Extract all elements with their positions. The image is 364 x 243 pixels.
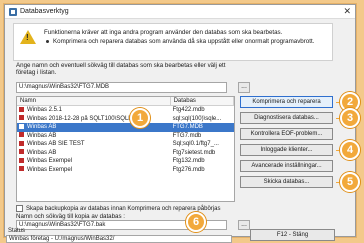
callout-badge-3: 3	[340, 108, 360, 128]
check-eof-button[interactable]: Kontrollera EOF-problem...	[240, 128, 333, 140]
database-icon	[19, 123, 24, 129]
table-row[interactable]: Winbas 2.5.1 Ftg422.mdb	[17, 106, 234, 115]
database-icon	[19, 149, 24, 155]
database-icon	[19, 106, 24, 112]
row-name: Winbas AB	[27, 124, 57, 130]
info-bullet: Komprimera och reparera databas som anvä…	[46, 38, 326, 46]
row-database: Sql;sql0.1/ftg7_...	[172, 141, 219, 147]
backup-checkbox-row[interactable]: Skapa backupkopia av databas innan Kompr…	[16, 205, 220, 212]
database-path-input[interactable]: U:\magnus\WinBas32\FTG7.MDB	[16, 82, 227, 93]
callout-badge-5: 5	[340, 172, 360, 192]
advanced-settings-button[interactable]: Avancerade inställningar...	[240, 160, 333, 172]
database-icon	[19, 115, 24, 121]
row-database: sql;sql(100)\sqle...	[172, 115, 222, 122]
row-name: Winbas Exempel	[27, 158, 73, 164]
status-bar: Winbas företag - U:/magnus/WinBas32/	[6, 235, 232, 243]
window-title: Databasverktyg	[20, 8, 69, 15]
database-icon	[19, 157, 24, 163]
browse-path-button[interactable]: ...	[238, 82, 250, 93]
row-database: Ftg132.mdb	[172, 158, 205, 164]
browse-backup-button[interactable]: ...	[238, 220, 250, 230]
callout-badge-6: 6	[186, 212, 206, 232]
row-database: Ftg422.mdb	[172, 107, 205, 113]
row-name: Winbas AB SIE TEST	[27, 141, 85, 147]
backup-path-label: Namn och sökväg till kopia av databas :	[16, 213, 126, 220]
diagnose-database-button[interactable]: Diagnostisera databas...	[240, 112, 333, 124]
backup-checkbox[interactable]	[16, 205, 23, 212]
row-database: FTG7.MDB	[172, 124, 203, 130]
compress-repair-button[interactable]: Komprimera och reparera	[240, 96, 333, 108]
send-database-button[interactable]: Skicka databas...	[240, 176, 333, 188]
row-name: Winbas Exempel	[27, 166, 73, 173]
info-panel: ! Funktionerna kräver att inga andra pro…	[13, 23, 333, 61]
company-table: Namn Databas Winbas 2.5.1 Ftg422.mdb Winb…	[16, 96, 235, 202]
title-bar: Databasverktyg ✕	[5, 5, 355, 19]
row-database: FTG7.mdb	[172, 132, 202, 139]
column-header-database[interactable]: Databas	[171, 97, 234, 105]
table-row-selected[interactable]: Winbas AB FTG7.MDB	[17, 123, 234, 132]
close-button[interactable]: F12 - Stäng	[250, 229, 335, 241]
table-row[interactable]: Winbas Exempel Ftg276.mdb	[17, 166, 234, 175]
row-name: Winbas 2.5.1	[27, 107, 63, 113]
row-database: Ftg276.mdb	[172, 166, 205, 173]
table-row[interactable]: Winbas AB Ftg7sietest.mdb	[17, 149, 234, 158]
table-row[interactable]: Winbas Exempel Ftg132.mdb	[17, 157, 234, 166]
status-label: Status	[8, 228, 26, 234]
database-icon	[19, 140, 24, 146]
database-icon	[19, 132, 24, 138]
row-name: Winbas 2018-12-28 på SQLT100\SQLE...	[27, 115, 138, 122]
table-row[interactable]: Winbas 2018-12-28 på SQLT100\SQLE... sql;…	[17, 115, 234, 124]
database-icon	[19, 166, 24, 172]
row-database: Ftg7sietest.mdb	[172, 149, 216, 156]
warning-icon: !	[20, 30, 36, 44]
callout-badge-1: 1	[130, 108, 150, 128]
table-header: Namn Databas	[17, 97, 234, 106]
path-instruction-label: Ange namn och eventuell sökväg till data…	[16, 62, 226, 76]
database-app-icon	[9, 7, 17, 16]
close-icon[interactable]: ✕	[343, 6, 351, 17]
row-name: Winbas AB	[27, 149, 57, 156]
row-name: Winbas AB	[27, 132, 57, 139]
logged-clients-button[interactable]: Inloggade klienter...	[240, 144, 333, 156]
table-row[interactable]: Winbas AB FTG7.mdb	[17, 132, 234, 141]
backup-checkbox-label: Skapa backupkopia av databas innan Kompr…	[26, 205, 221, 212]
table-body: Winbas 2.5.1 Ftg422.mdb Winbas 2018-12-28…	[17, 106, 234, 174]
info-text: Funktionerna kräver att inga andra progr…	[44, 29, 283, 36]
info-bullet-text: Komprimera och reparera databas som anvä…	[53, 38, 315, 45]
column-header-name[interactable]: Namn	[17, 97, 171, 105]
callout-badge-4: 4	[340, 140, 360, 160]
table-row[interactable]: Winbas AB SIE TEST Sql;sql0.1/ftg7_...	[17, 140, 234, 149]
bullet-icon	[46, 39, 49, 43]
